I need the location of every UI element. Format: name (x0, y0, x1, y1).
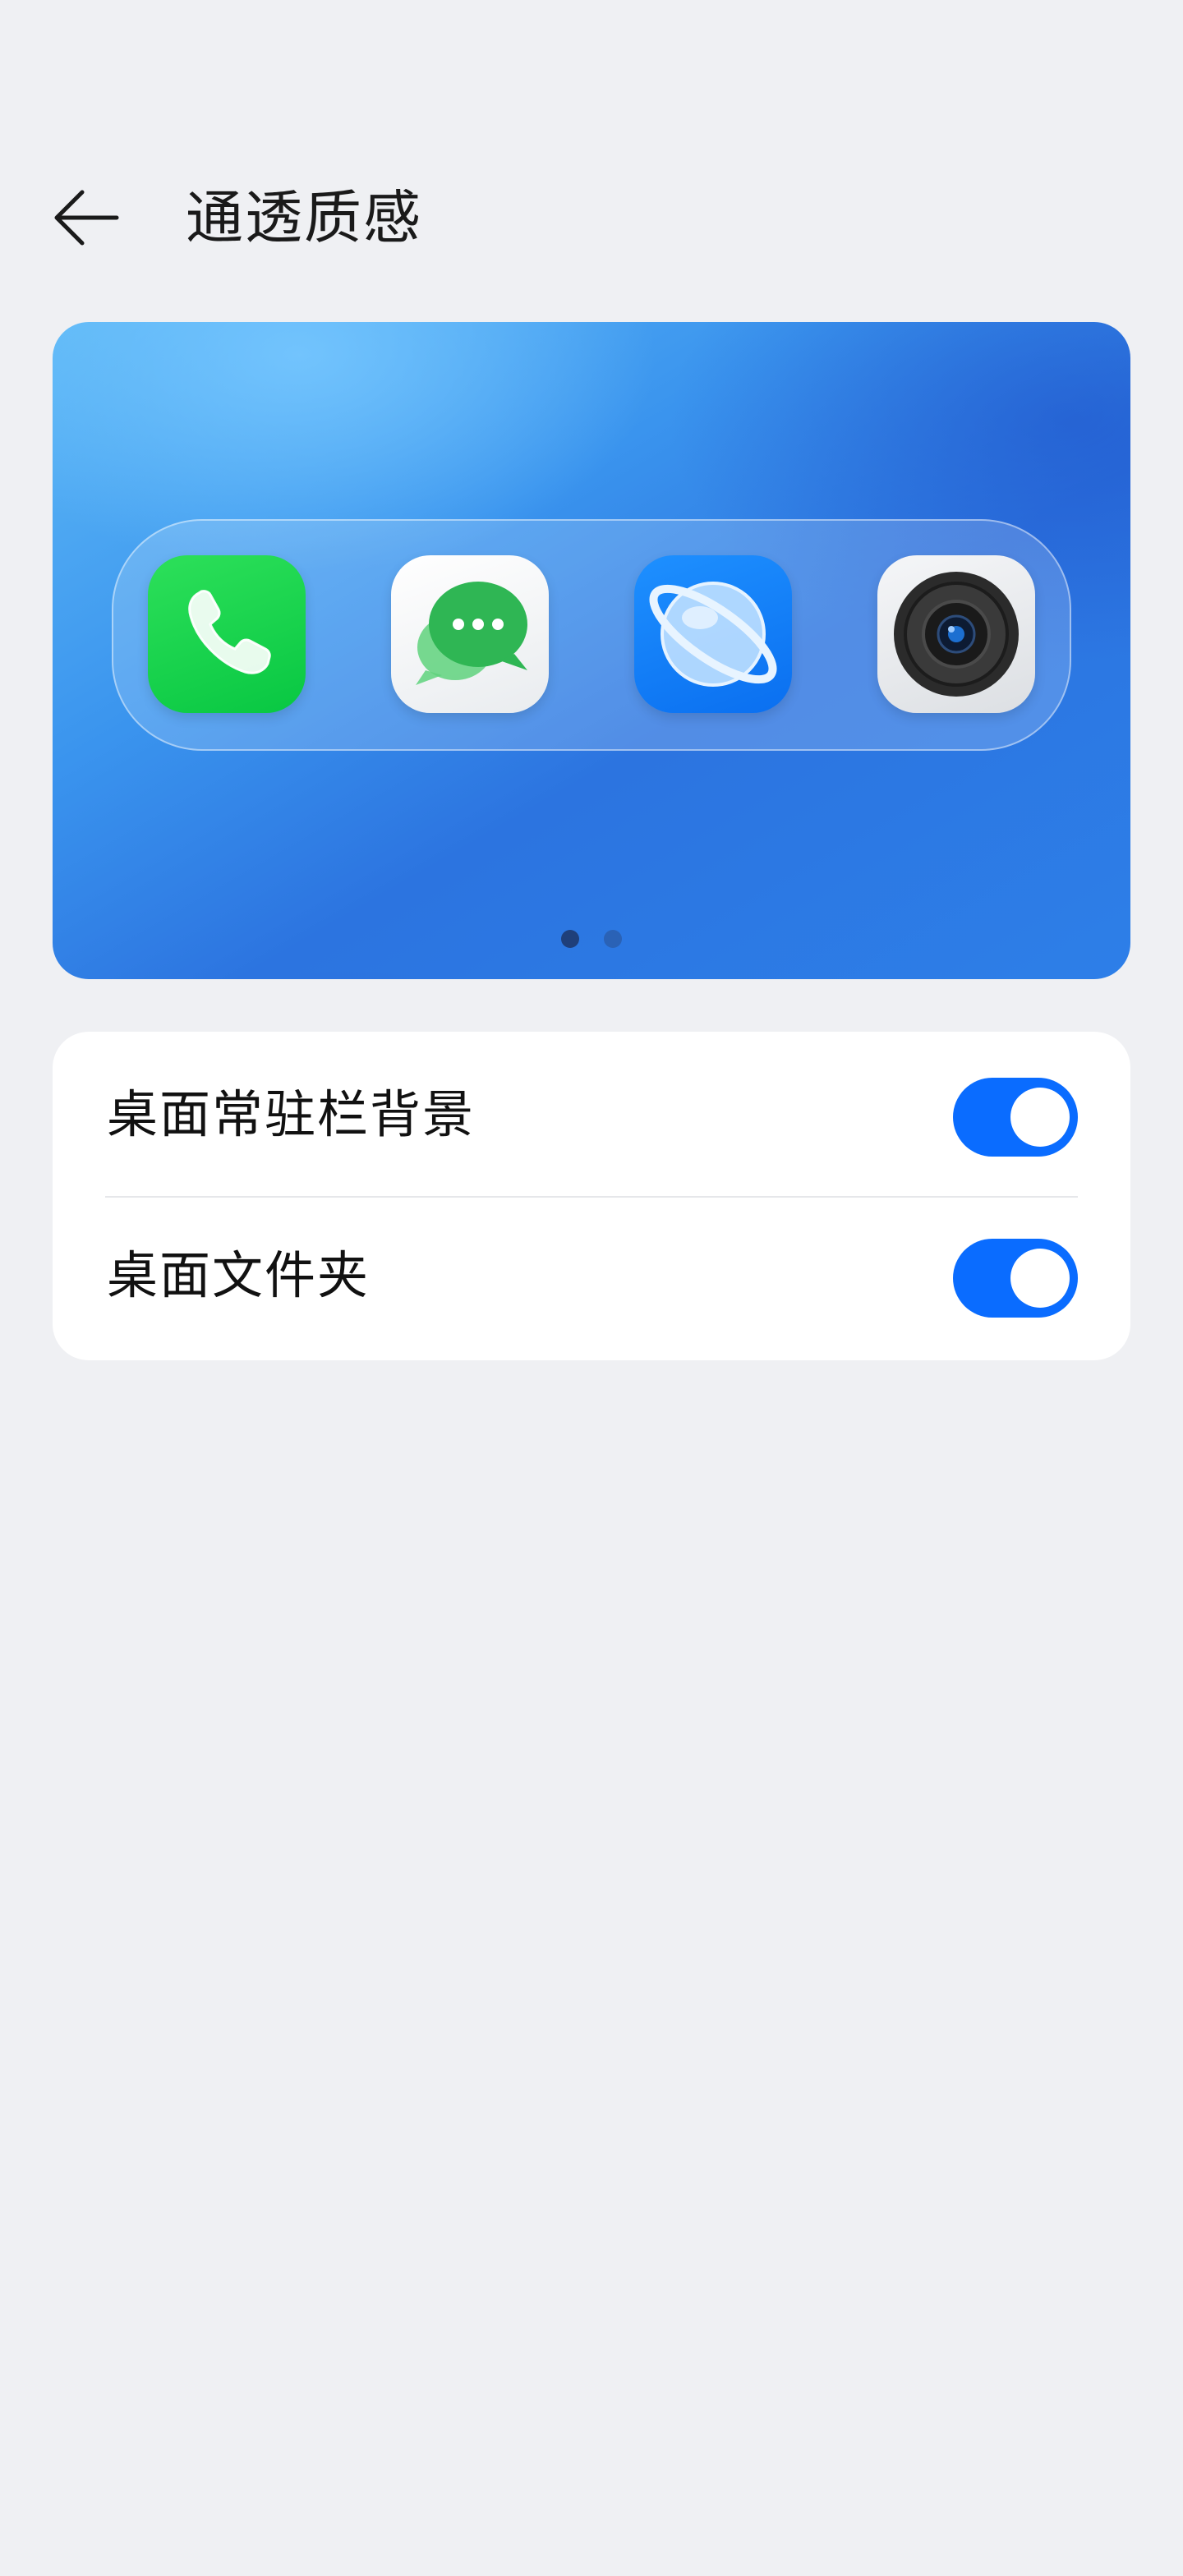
desktop-preview[interactable] (53, 322, 1130, 979)
page-title: 通透质感 (186, 184, 422, 251)
camera-app-icon (877, 555, 1035, 713)
toggle-knob (1010, 1249, 1070, 1308)
phone-icon (188, 590, 271, 674)
page-dot-1[interactable] (561, 930, 580, 948)
camera-lens-icon (894, 572, 1019, 697)
message-bubble-icon (416, 582, 527, 685)
page-indicator (53, 930, 1130, 951)
arrow-left-icon (54, 190, 119, 246)
phone-app-icon (148, 555, 306, 713)
back-button[interactable] (46, 181, 136, 255)
dock-bar (112, 519, 1071, 751)
setting-dock-background[interactable]: 桌面常驻栏背景 (53, 1032, 1130, 1193)
settings-card: 桌面常驻栏背景 桌面文件夹 (53, 1032, 1130, 1360)
toggle-knob (1010, 1088, 1070, 1147)
page-dot-2[interactable] (603, 930, 622, 948)
dock-background-toggle[interactable] (953, 1078, 1078, 1157)
browser-app-icon (634, 555, 792, 713)
desktop-folder-toggle[interactable] (953, 1239, 1078, 1318)
globe-icon (649, 582, 777, 687)
setting-desktop-folder[interactable]: 桌面文件夹 (53, 1193, 1130, 1354)
setting-label: 桌面常驻栏背景 (107, 1084, 476, 1144)
messages-app-icon (391, 555, 549, 713)
setting-label: 桌面文件夹 (107, 1245, 371, 1305)
app-header: 通透质感 (0, 164, 1183, 271)
